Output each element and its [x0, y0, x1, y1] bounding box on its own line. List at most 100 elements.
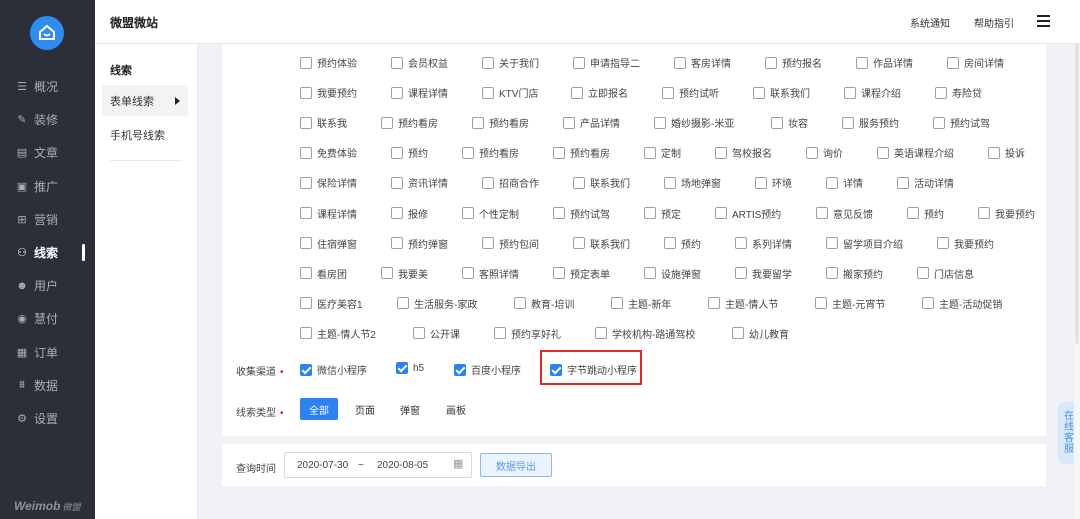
- form-tag-checkbox[interactable]: 教育-培训: [514, 296, 574, 311]
- scrollbar[interactable]: [1074, 44, 1080, 519]
- form-tag-checkbox[interactable]: 看房团: [300, 266, 347, 281]
- lead-type-popup-button[interactable]: 弹窗: [393, 398, 427, 420]
- form-tag-checkbox[interactable]: 预约看房: [381, 115, 438, 130]
- calendar-icon[interactable]: ▦: [453, 457, 463, 470]
- form-tag-checkbox[interactable]: 资讯详情: [391, 175, 448, 190]
- nav-item[interactable]: ☰ 概况: [0, 70, 95, 103]
- form-tag-checkbox[interactable]: 联系我: [300, 115, 347, 130]
- form-tag-checkbox[interactable]: 立即报名: [571, 85, 628, 100]
- form-tag-checkbox[interactable]: 主题-新年: [611, 296, 671, 311]
- form-tag-checkbox[interactable]: ARTIS预约: [715, 206, 781, 221]
- form-tag-checkbox[interactable]: 申请指导二: [573, 55, 640, 70]
- form-tag-checkbox[interactable]: 活动详情: [897, 175, 954, 190]
- form-tag-checkbox[interactable]: 作品详情: [856, 55, 913, 70]
- channel-h5-checkbox[interactable]: h5: [396, 362, 424, 374]
- end-date[interactable]: 2020-08-05: [377, 460, 428, 471]
- form-tag-checkbox[interactable]: 投诉: [988, 145, 1025, 160]
- form-tag-checkbox[interactable]: 预约: [907, 206, 944, 221]
- form-tag-checkbox[interactable]: 我要预约: [300, 85, 357, 100]
- form-tag-checkbox[interactable]: 预约: [664, 236, 701, 251]
- lead-type-page-button[interactable]: 页面: [348, 398, 382, 420]
- start-date[interactable]: 2020-07-30: [297, 460, 348, 471]
- form-tag-checkbox[interactable]: 婚纱摄影-米亚: [654, 115, 734, 130]
- nav-item[interactable]: ◉ 慧付: [0, 302, 95, 335]
- nav-item[interactable]: ⚙ 设置: [0, 402, 95, 435]
- form-tag-checkbox[interactable]: 公开课: [413, 326, 460, 341]
- form-tag-checkbox[interactable]: 产品详情: [563, 115, 620, 130]
- form-tag-checkbox[interactable]: 驾校报名: [715, 145, 772, 160]
- form-tag-checkbox[interactable]: 预约享好礼: [494, 326, 561, 341]
- form-tag-checkbox[interactable]: 英语课程介绍: [877, 145, 954, 160]
- form-tag-checkbox[interactable]: 我要预约: [978, 206, 1035, 221]
- form-tag-checkbox[interactable]: 个性定制: [462, 206, 519, 221]
- sub-menu-item-phone-leads[interactable]: 手机号线索: [102, 119, 188, 150]
- channel-baidu-checkbox[interactable]: 百度小程序: [454, 362, 521, 377]
- form-tag-checkbox[interactable]: 场地弹窗: [664, 175, 721, 190]
- form-tag-checkbox[interactable]: 关于我们: [482, 55, 539, 70]
- form-tag-checkbox[interactable]: 系列详情: [735, 236, 792, 251]
- export-data-button[interactable]: 数据导出: [480, 453, 552, 477]
- help-guide-link[interactable]: 帮助指引: [974, 15, 1014, 30]
- form-tag-checkbox[interactable]: 预约报名: [765, 55, 822, 70]
- form-tag-checkbox[interactable]: 预定表单: [553, 266, 610, 281]
- form-tag-checkbox[interactable]: 搬家预约: [826, 266, 883, 281]
- form-tag-checkbox[interactable]: 医疗美容1: [300, 296, 363, 311]
- form-tag-checkbox[interactable]: 留学项目介绍: [826, 236, 903, 251]
- form-tag-checkbox[interactable]: 预约包间: [482, 236, 539, 251]
- nav-item[interactable]: ▦ 订单: [0, 336, 95, 369]
- form-tag-checkbox[interactable]: 详情: [826, 175, 863, 190]
- form-tag-checkbox[interactable]: 招商合作: [482, 175, 539, 190]
- form-tag-checkbox[interactable]: 会员权益: [391, 55, 448, 70]
- form-tag-checkbox[interactable]: 预约试驾: [933, 115, 990, 130]
- nav-item[interactable]: ▣ 推广: [0, 170, 95, 203]
- form-tag-checkbox[interactable]: 课程介绍: [844, 85, 901, 100]
- form-tag-checkbox[interactable]: 课程详情: [391, 85, 448, 100]
- form-tag-checkbox[interactable]: 预约试听: [662, 85, 719, 100]
- form-tag-checkbox[interactable]: 环境: [755, 175, 792, 190]
- form-tag-checkbox[interactable]: 主题-情人节: [708, 296, 778, 311]
- form-tag-checkbox[interactable]: 联系我们: [573, 236, 630, 251]
- lead-type-all-button[interactable]: 全部: [300, 398, 338, 420]
- form-tag-checkbox[interactable]: 免费体验: [300, 145, 357, 160]
- form-tag-checkbox[interactable]: 主题-活动促销: [922, 296, 1002, 311]
- form-tag-checkbox[interactable]: 我要预约: [937, 236, 994, 251]
- menu-icon[interactable]: [1037, 15, 1050, 27]
- form-tag-checkbox[interactable]: 服务预约: [842, 115, 899, 130]
- channel-wechat-checkbox[interactable]: 微信小程序: [300, 362, 367, 377]
- form-tag-checkbox[interactable]: 报修: [391, 206, 428, 221]
- form-tag-checkbox[interactable]: 询价: [806, 145, 843, 160]
- form-tag-checkbox[interactable]: 住宿弹窗: [300, 236, 357, 251]
- nav-item[interactable]: ☻ 用户: [0, 269, 95, 302]
- form-tag-checkbox[interactable]: 妆容: [771, 115, 808, 130]
- form-tag-checkbox[interactable]: 预约体验: [300, 55, 357, 70]
- form-tag-checkbox[interactable]: 预约看房: [553, 145, 610, 160]
- form-tag-checkbox[interactable]: 客照详情: [462, 266, 519, 281]
- form-tag-checkbox[interactable]: 预定: [644, 206, 681, 221]
- form-tag-checkbox[interactable]: 生活服务-家政: [397, 296, 477, 311]
- form-tag-checkbox[interactable]: 联系我们: [753, 85, 810, 100]
- form-tag-checkbox[interactable]: 课程详情: [300, 206, 357, 221]
- form-tag-checkbox[interactable]: 预约试驾: [553, 206, 610, 221]
- scrollbar-thumb[interactable]: [1075, 44, 1079, 344]
- form-tag-checkbox[interactable]: 预约看房: [462, 145, 519, 160]
- nav-item[interactable]: ⩩ 数据: [0, 369, 95, 402]
- logo[interactable]: [30, 16, 64, 50]
- nav-item[interactable]: ⊞ 营销: [0, 203, 95, 236]
- form-tag-checkbox[interactable]: 定制: [644, 145, 681, 160]
- form-tag-checkbox[interactable]: KTV门店: [482, 85, 538, 100]
- form-tag-checkbox[interactable]: 预约看房: [472, 115, 529, 130]
- date-range-picker[interactable]: 2020-07-30 ~ 2020-08-05 ▦: [284, 452, 472, 478]
- form-tag-checkbox[interactable]: 幼儿教育: [732, 326, 789, 341]
- form-tag-checkbox[interactable]: 我要美: [381, 266, 428, 281]
- form-tag-checkbox[interactable]: 设施弹窗: [644, 266, 701, 281]
- form-tag-checkbox[interactable]: 我要留学: [735, 266, 792, 281]
- sub-menu-item-form-leads[interactable]: 表单线索: [102, 85, 188, 116]
- nav-item[interactable]: ▤ 文章: [0, 136, 95, 169]
- form-tag-checkbox[interactable]: 寿险贷: [935, 85, 982, 100]
- form-tag-checkbox[interactable]: 客房详情: [674, 55, 731, 70]
- form-tag-checkbox[interactable]: 学校机构-路通驾校: [595, 326, 695, 341]
- form-tag-checkbox[interactable]: 主题-情人节2: [300, 326, 376, 341]
- form-tag-checkbox[interactable]: 联系我们: [573, 175, 630, 190]
- form-tag-checkbox[interactable]: 房间详情: [947, 55, 1004, 70]
- form-tag-checkbox[interactable]: 保险详情: [300, 175, 357, 190]
